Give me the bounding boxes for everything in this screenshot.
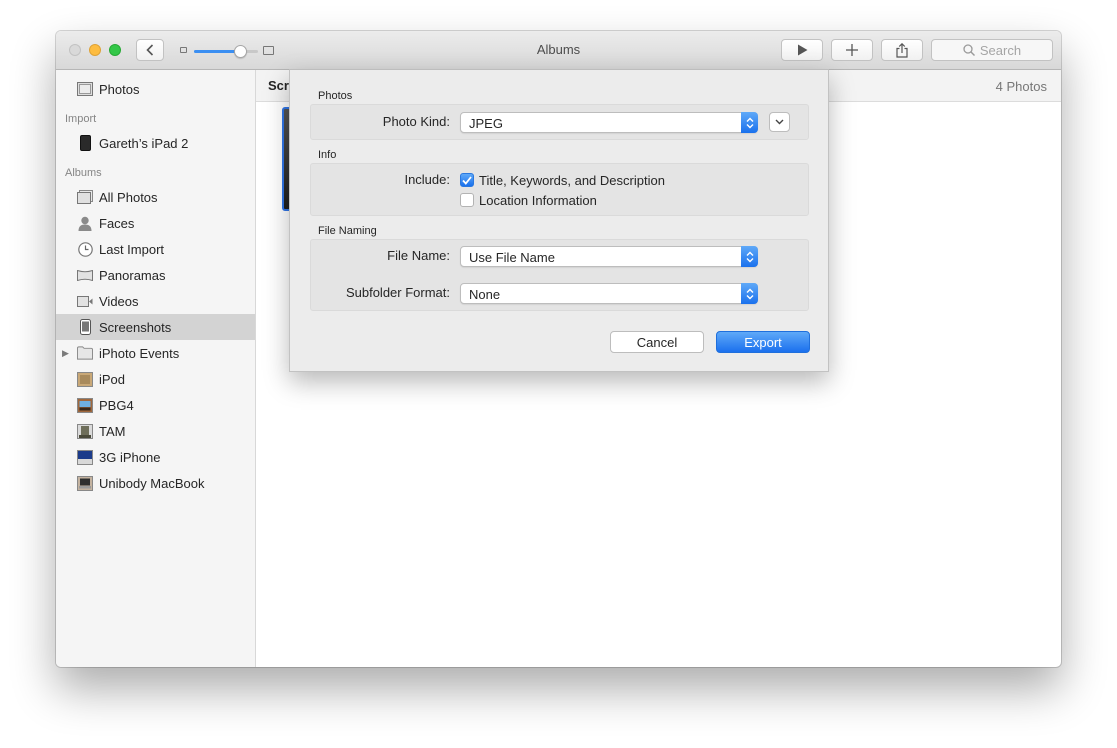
clock-icon [77, 241, 93, 257]
titlebar: Albums Search [56, 31, 1061, 70]
include-location-checkbox-row[interactable]: Location Information [460, 192, 597, 208]
cancel-button[interactable]: Cancel [610, 331, 704, 353]
album-thumb-icon [77, 475, 93, 491]
sidebar-item-faces[interactable]: Faces [56, 210, 255, 236]
video-icon [77, 293, 93, 309]
screenshot-icon [77, 319, 93, 335]
checkmark-icon [462, 175, 472, 185]
sidebar-item-last-import[interactable]: Last Import [56, 236, 255, 262]
search-placeholder: Search [979, 42, 1022, 58]
sidebar: Photos Import Gareth’s iPad 2 Albums All… [56, 70, 256, 667]
window-title: Albums [536, 42, 581, 57]
photo-count: 4 Photos [995, 79, 1047, 94]
album-thumb-icon [77, 423, 93, 439]
search-field[interactable]: Search [931, 39, 1053, 61]
folder-icon [77, 345, 93, 361]
subfolder-format-popup[interactable]: None [460, 283, 758, 304]
expand-options-button[interactable] [769, 112, 790, 132]
sidebar-item-pbg4[interactable]: PBG4 [56, 392, 255, 418]
include-label: Include: [404, 172, 450, 187]
sidebar-item-all-photos[interactable]: All Photos [56, 184, 255, 210]
large-photo-icon [263, 46, 274, 55]
up-down-arrows-icon [741, 283, 758, 304]
minimize-window-button[interactable] [89, 44, 101, 56]
album-thumb-icon [77, 371, 93, 387]
panorama-icon [77, 267, 93, 283]
close-window-button[interactable] [69, 44, 81, 56]
include-title-checkbox[interactable] [460, 173, 474, 187]
plus-icon [846, 44, 858, 56]
sidebar-section-albums: Albums [65, 167, 102, 179]
back-button[interactable] [136, 39, 164, 61]
export-button[interactable]: Export [716, 331, 810, 353]
sidebar-item-ipod[interactable]: iPod [56, 366, 255, 392]
slideshow-button[interactable] [781, 39, 823, 61]
all-photos-icon [77, 189, 93, 205]
subfolder-format-label: Subfolder Format: [345, 285, 450, 300]
export-sheet: Photos Photo Kind: JPEG Info Include: Ti… [289, 69, 829, 372]
chevron-left-icon [146, 44, 154, 56]
info-group [310, 163, 809, 216]
photos-icon [77, 81, 93, 97]
photos-group-title: Photos [318, 90, 353, 102]
play-icon [797, 44, 807, 56]
include-title-checkbox-row[interactable]: Title, Keywords, and Description [460, 172, 665, 188]
ipad-icon [77, 135, 93, 151]
share-icon [896, 42, 908, 58]
file-name-label: File Name: [387, 248, 450, 263]
up-down-arrows-icon [741, 246, 758, 267]
sidebar-item-photos[interactable]: Photos [56, 76, 255, 102]
file-name-popup[interactable]: Use File Name [460, 246, 758, 267]
sidebar-item-panoramas[interactable]: Panoramas [56, 262, 255, 288]
search-icon [963, 44, 975, 56]
sidebar-item-3g-iphone[interactable]: 3G iPhone [56, 444, 255, 470]
sidebar-item-screenshots[interactable]: Screenshots [56, 314, 255, 340]
include-location-checkbox[interactable] [460, 193, 474, 207]
album-thumb-icon [77, 397, 93, 413]
add-button[interactable] [831, 39, 873, 61]
sidebar-item-unibody-macbook[interactable]: Unibody MacBook [56, 470, 255, 496]
zoom-window-button[interactable] [109, 44, 121, 56]
sidebar-section-import: Import [65, 113, 97, 125]
file-naming-group-title: File Naming [318, 225, 377, 237]
photo-kind-popup[interactable]: JPEG [460, 112, 758, 133]
album-thumb-icon [77, 449, 93, 465]
sidebar-item-videos[interactable]: Videos [56, 288, 255, 314]
chevron-down-icon [775, 119, 784, 125]
share-button[interactable] [881, 39, 923, 61]
zoom-slider[interactable] [180, 44, 276, 58]
sidebar-item-iphoto-events[interactable]: ▶ iPhoto Events [56, 340, 255, 366]
up-down-arrows-icon [741, 112, 758, 133]
slider-knob[interactable] [234, 45, 247, 58]
sidebar-item-tam[interactable]: TAM [56, 418, 255, 444]
slider-track[interactable] [194, 45, 258, 58]
faces-icon [77, 215, 93, 231]
sidebar-item-ipad[interactable]: Gareth’s iPad 2 [56, 130, 255, 156]
info-group-title: Info [318, 149, 337, 161]
photo-kind-label: Photo Kind: [382, 114, 450, 129]
small-photo-icon [180, 47, 187, 53]
disclosure-triangle-icon[interactable]: ▶ [62, 348, 69, 359]
